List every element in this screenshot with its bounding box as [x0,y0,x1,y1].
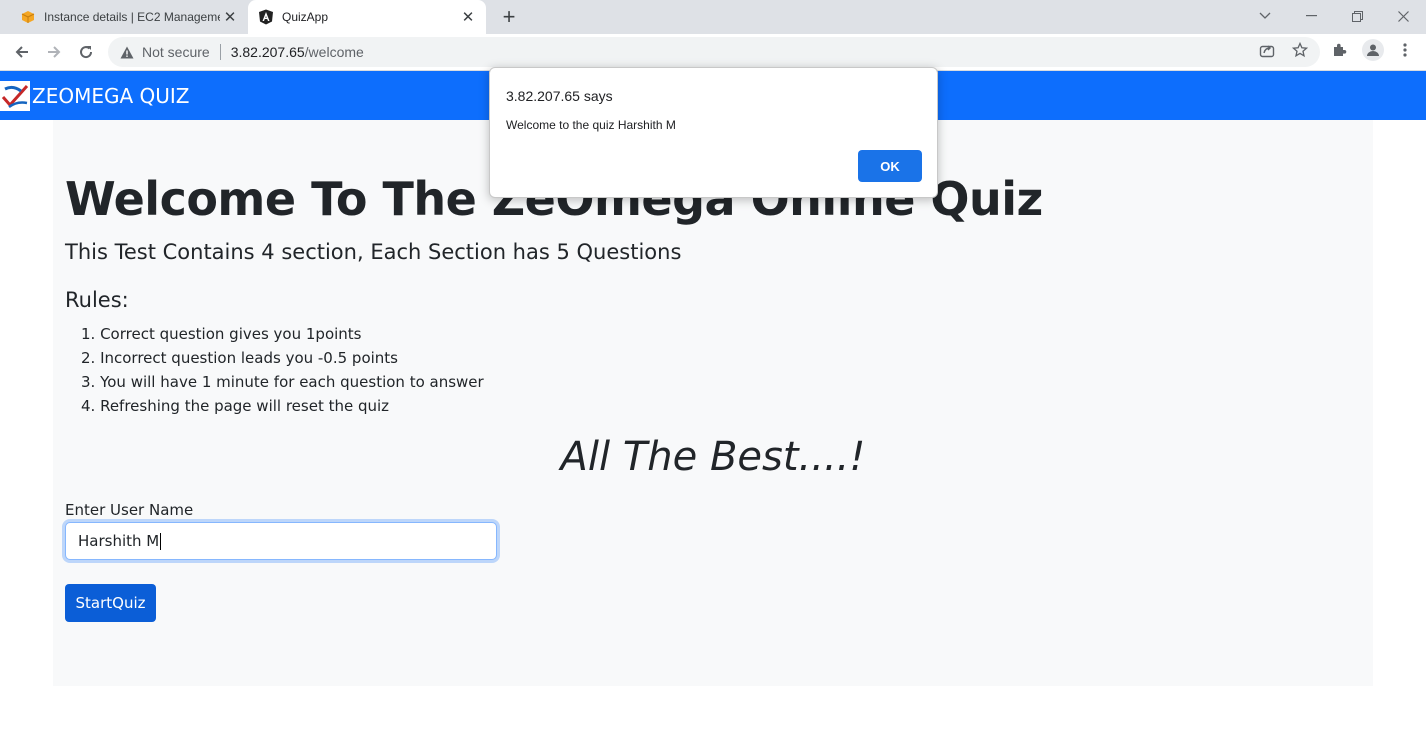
share-icon[interactable] [1258,41,1276,59]
close-window-icon[interactable] [1380,0,1426,32]
welcome-panel: Welcome To The ZeOmega Online Quiz This … [53,120,1373,686]
username-input[interactable]: Harshith M [65,522,497,560]
rule-item: 2. Incorrect question leads you -0.5 poi… [81,349,398,367]
new-tab-button[interactable]: + [497,4,521,29]
tab-search-icon[interactable] [1242,0,1288,32]
divider [219,44,221,60]
tab-title: Instance details | EC2 Manageme [44,10,220,24]
test-description: This Test Contains 4 section, Each Secti… [65,240,682,264]
rule-item: 1. Correct question gives you 1points [81,325,362,343]
username-label: Enter User Name [65,501,194,519]
profile-avatar-icon[interactable] [1362,39,1384,61]
angular-icon [258,9,274,25]
dialog-title: 3.82.207.65 says [506,88,613,104]
tab-strip: Instance details | EC2 Manageme ✕ QuizAp… [0,0,1426,34]
warning-icon[interactable] [118,43,136,61]
menu-kebab-icon[interactable] [1396,41,1414,59]
minimize-icon[interactable] [1288,0,1334,32]
browser-toolbar: Not secure 3.82.207.65/welcome [0,34,1426,71]
address-bar[interactable]: Not secure 3.82.207.65/welcome [108,37,1320,67]
best-wishes-text: All The Best....! [560,434,866,480]
tab-title: QuizApp [282,10,329,24]
forward-arrow-icon[interactable] [40,38,68,66]
close-icon[interactable]: ✕ [458,7,478,27]
bookmark-star-icon[interactable] [1291,41,1309,59]
back-arrow-icon[interactable] [8,38,36,66]
username-value: Harshith M [78,532,160,550]
zeomega-logo-icon[interactable] [0,80,30,111]
restore-icon[interactable] [1334,0,1380,32]
rules-heading: Rules: [65,288,129,312]
reload-icon[interactable] [72,38,100,66]
dialog-ok-button[interactable]: OK [858,150,922,182]
text-caret [160,532,162,550]
security-label[interactable]: Not secure [142,44,210,60]
rule-item: 4. Refreshing the page will reset the qu… [81,397,390,415]
navbar-brand[interactable]: ZEOMEGA QUIZ [32,84,190,108]
aws-box-icon [20,9,36,25]
alert-dialog: 3.82.207.65 says Welcome to the quiz Har… [489,67,938,198]
url-path: /welcome [304,44,364,60]
tab-quizapp[interactable]: QuizApp ✕ [248,0,486,34]
dialog-message: Welcome to the quiz Harshith M [506,118,676,132]
tab-ec2[interactable]: Instance details | EC2 Manageme ✕ [8,0,248,34]
rules-list: 1. Correct question gives you 1points 2.… [81,324,484,420]
start-quiz-button[interactable]: StartQuiz [65,584,156,622]
extensions-puzzle-icon[interactable] [1331,41,1349,59]
url-host: 3.82.207.65 [230,44,305,60]
close-icon[interactable]: ✕ [220,7,240,27]
rule-item: 3. You will have 1 minute for each quest… [81,373,484,391]
